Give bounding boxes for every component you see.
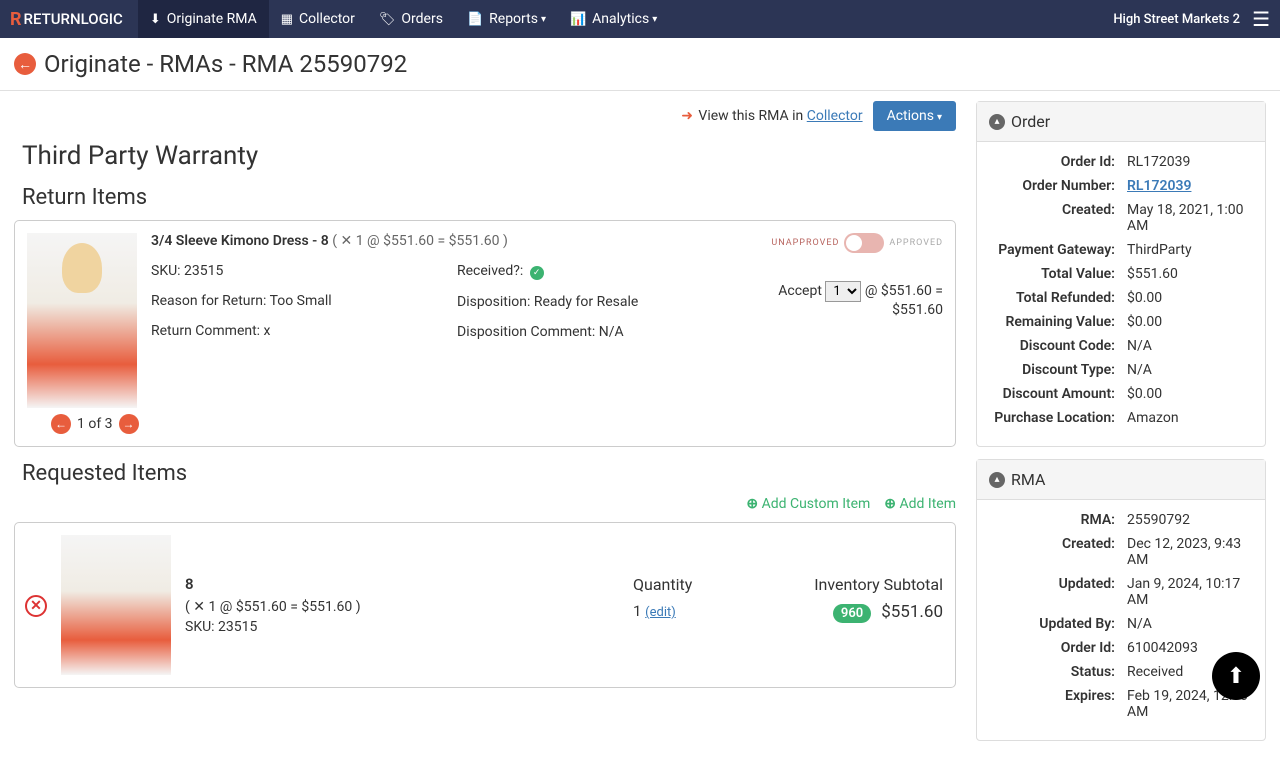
file-icon: 📄 — [467, 12, 483, 27]
info-row: Created:Dec 12, 2023, 9:43 AM — [989, 536, 1253, 568]
disposition-comment-line: Disposition Comment: N/A — [457, 324, 713, 340]
pager-prev[interactable]: ← — [51, 414, 71, 434]
logo-text: RETURNLOGIC — [24, 10, 123, 28]
order-panel-header[interactable]: ▴Order — [977, 102, 1265, 142]
info-row: RMA:25590792 — [989, 512, 1253, 528]
hamburger-icon[interactable]: ☰ — [1252, 7, 1270, 31]
nav-reports[interactable]: 📄Reports▾ — [455, 0, 558, 38]
inventory-value: 960$551.60 — [793, 602, 943, 622]
approval-toggle[interactable] — [844, 233, 884, 253]
info-row: Expires:Feb 19, 2024, 12:00 AM — [989, 688, 1253, 720]
download-icon: ⬇ — [150, 12, 161, 27]
chevron-down-icon: ▾ — [652, 14, 657, 25]
requested-product-name: 8 — [185, 575, 603, 593]
info-row: Order Id:610042093 — [989, 640, 1253, 656]
received-line: Received?: ✓ — [457, 263, 713, 280]
arrow-icon: ➜ — [681, 108, 693, 124]
requested-item-card: ✕ 8 ( ✕ 1 @ $551.60 = $551.60 ) SKU: 235… — [14, 522, 956, 688]
section-title: Third Party Warranty — [14, 141, 956, 171]
top-nav: R RETURNLOGIC ⬇Originate RMA ▦Collector … — [0, 0, 1280, 38]
info-row: Total Refunded:$0.00 — [989, 290, 1253, 306]
logo[interactable]: R RETURNLOGIC — [10, 9, 123, 30]
check-icon: ✓ — [530, 266, 544, 280]
info-row: Discount Code:N/A — [989, 338, 1253, 354]
plus-icon: ⊕ — [746, 496, 758, 512]
return-item-card: 3/4 Sleeve Kimono Dress - 8 ( ✕ 1 @ $551… — [14, 220, 956, 447]
remove-item-button[interactable]: ✕ — [25, 595, 47, 617]
approved-label: APPROVED — [889, 238, 943, 248]
accept-qty-select[interactable]: 1 — [825, 281, 861, 302]
info-row: Total Value:$551.60 — [989, 266, 1253, 282]
order-number-link[interactable]: RL172039 — [1127, 178, 1191, 194]
rma-panel: ▴RMA RMA:25590792 Created:Dec 12, 2023, 9… — [976, 459, 1266, 741]
chart-icon: 📊 — [570, 12, 586, 27]
comment-line: Return Comment: x — [151, 323, 407, 339]
product-title: 3/4 Sleeve Kimono Dress - 8 ( ✕ 1 @ $551… — [151, 233, 713, 249]
account-name[interactable]: High Street Markets 2 — [1113, 12, 1240, 27]
info-row: Order Id:RL172039 — [989, 154, 1253, 170]
page-title: Originate - RMAs - RMA 25590792 — [44, 50, 407, 78]
nav-originate-rma[interactable]: ⬇Originate RMA — [138, 0, 269, 38]
unapproved-label: UNAPPROVED — [771, 238, 839, 248]
help-fab[interactable]: ⬆ — [1212, 652, 1260, 700]
collector-link[interactable]: Collector — [807, 108, 863, 124]
chevron-down-icon: ▾ — [541, 14, 546, 25]
chevron-up-icon: ▴ — [989, 114, 1005, 130]
image-pager: ← 1 of 3 → — [27, 414, 943, 434]
requested-price: ( ✕ 1 @ $551.60 = $551.60 ) — [185, 599, 603, 615]
product-image — [27, 233, 137, 408]
sku-line: SKU: 23515 — [151, 263, 407, 279]
pager-next[interactable]: → — [119, 414, 139, 434]
edit-quantity[interactable]: (edit) — [645, 605, 676, 620]
info-row: Updated By:N/A — [989, 616, 1253, 632]
reason-line: Reason for Return: Too Small — [151, 293, 407, 309]
nav-analytics[interactable]: 📊Analytics▾ — [558, 0, 669, 38]
info-row: Purchase Location:Amazon — [989, 410, 1253, 426]
info-row: Remaining Value:$0.00 — [989, 314, 1253, 330]
grid-icon: ▦ — [281, 12, 293, 27]
logo-icon: R — [10, 9, 22, 30]
back-button[interactable]: ← — [14, 53, 36, 75]
view-in-collector: ➜ View this RMA in Collector — [681, 108, 862, 124]
add-item[interactable]: ⊕ Add Item — [884, 496, 956, 512]
info-row: Payment Gateway:ThirdParty — [989, 242, 1253, 258]
breadcrumb-bar: ← Originate - RMAs - RMA 25590792 — [0, 38, 1280, 91]
quantity-header: Quantity — [633, 575, 763, 594]
accept-row: Accept 1 @ $551.60 = $551.60 — [743, 281, 943, 318]
tag-icon: 🏷 — [379, 12, 396, 27]
requested-sku: SKU: 23515 — [185, 619, 603, 635]
requested-items-title: Requested Items — [14, 461, 956, 486]
order-panel: ▴Order Order Id:RL172039 Order Number:RL1… — [976, 101, 1266, 447]
rma-panel-header[interactable]: ▴RMA — [977, 460, 1265, 500]
nav-orders[interactable]: 🏷Orders — [367, 0, 455, 38]
inventory-badge: 960 — [833, 604, 871, 623]
info-row: Updated:Jan 9, 2024, 10:17 AM — [989, 576, 1253, 608]
chevron-up-icon: ▴ — [989, 472, 1005, 488]
nav-collector[interactable]: ▦Collector — [269, 0, 367, 38]
chevron-down-icon: ▾ — [937, 112, 942, 123]
return-items-title: Return Items — [14, 185, 956, 210]
plus-icon: ⊕ — [884, 496, 896, 512]
add-custom-item[interactable]: ⊕ Add Custom Item — [746, 496, 870, 512]
product-image — [61, 535, 171, 675]
info-row: Created:May 18, 2021, 1:00 AM — [989, 202, 1253, 234]
inventory-header: Inventory Subtotal — [793, 575, 943, 594]
quantity-value: 1 (edit) — [633, 602, 763, 620]
info-row: Discount Amount:$0.00 — [989, 386, 1253, 402]
disposition-line: Disposition: Ready for Resale — [457, 294, 713, 310]
info-row: Order Number:RL172039 — [989, 178, 1253, 194]
actions-button[interactable]: Actions▾ — [873, 101, 956, 131]
info-row: Discount Type:N/A — [989, 362, 1253, 378]
